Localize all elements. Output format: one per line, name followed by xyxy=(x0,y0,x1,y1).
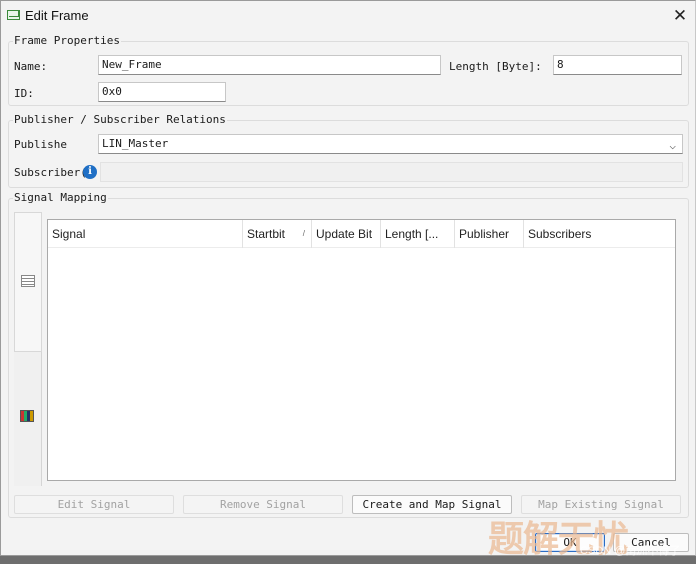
publisher-combobox[interactable]: LIN_Master ⌵ xyxy=(98,134,683,154)
edit-frame-icon xyxy=(7,10,20,20)
column-startbit-label: Startbit xyxy=(247,227,286,241)
signal-grid-icon[interactable] xyxy=(20,410,34,422)
length-field[interactable]: 8 xyxy=(553,55,682,75)
sort-indicator-icon: / xyxy=(302,229,305,238)
info-icon[interactable]: i xyxy=(83,165,97,179)
column-signal[interactable]: Signal xyxy=(48,220,243,248)
remove-signal-button[interactable]: Remove Signal xyxy=(183,495,343,514)
list-view-tab[interactable] xyxy=(14,212,42,352)
signal-table-header: Signal Startbit / Update Bit Length [...… xyxy=(48,220,675,248)
relations-legend: Publisher / Subscriber Relations xyxy=(13,113,227,126)
list-view-icon xyxy=(21,275,35,287)
edit-signal-button[interactable]: Edit Signal xyxy=(14,495,174,514)
view-switcher xyxy=(14,212,42,486)
column-publisher[interactable]: Publisher xyxy=(455,220,524,248)
frame-properties-legend: Frame Properties xyxy=(13,34,121,47)
publisher-label: Publishe xyxy=(14,138,67,151)
edit-frame-dialog: Edit Frame ✕ Frame Properties Name: New_… xyxy=(0,0,696,556)
id-field[interactable]: 0x0 xyxy=(98,82,226,102)
column-subscribers[interactable]: Subscribers xyxy=(524,220,675,248)
publisher-value: LIN_Master xyxy=(102,137,169,150)
close-icon[interactable]: ✕ xyxy=(669,5,691,27)
id-label: ID: xyxy=(14,87,34,100)
length-label: Length [Byte]: xyxy=(449,60,542,73)
column-startbit[interactable]: Startbit / xyxy=(243,220,312,248)
signal-table: Signal Startbit / Update Bit Length [...… xyxy=(47,219,676,481)
subscriber-label: Subscriber( xyxy=(14,166,87,179)
column-length[interactable]: Length [... xyxy=(381,220,455,248)
signal-mapping-legend: Signal Mapping xyxy=(13,191,108,204)
name-label: Name: xyxy=(14,60,48,73)
title-bar[interactable]: Edit Frame ✕ xyxy=(1,1,695,31)
csdn-watermark: CSDN @南洲不得了 xyxy=(580,545,681,557)
name-field[interactable]: New_Frame xyxy=(98,55,441,75)
column-update-bit[interactable]: Update Bit xyxy=(312,220,381,248)
subscriber-field xyxy=(100,162,683,182)
chevron-down-icon[interactable]: ⌵ xyxy=(669,137,676,155)
window-title: Edit Frame xyxy=(25,8,89,23)
